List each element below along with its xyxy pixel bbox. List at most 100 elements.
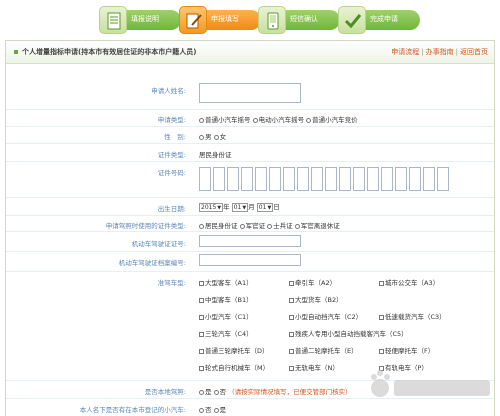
id-digit-box[interactable] xyxy=(269,167,281,191)
step-label: 完成申请 xyxy=(370,15,398,23)
license-id-type-option: 士兵证 xyxy=(273,222,293,230)
vehicle-type-text: 普通三轮摩托车（D） xyxy=(205,347,269,355)
step-tab: 填报说明 xyxy=(121,10,181,30)
license-id-type-radio[interactable] xyxy=(239,223,245,229)
vehicle-type-label: 准驾车型: xyxy=(157,279,186,287)
vehicle-type-checkbox[interactable] xyxy=(289,314,294,320)
divider xyxy=(6,197,494,198)
id-digit-box[interactable] xyxy=(325,167,337,191)
id-type-label: 证件类型: xyxy=(157,151,186,159)
id-digit-box[interactable] xyxy=(297,167,309,191)
vehicle-type-checkbox[interactable] xyxy=(199,331,204,337)
gender-label: 性 别: xyxy=(164,133,186,141)
id-digit-box[interactable] xyxy=(367,167,379,191)
vehicle-type-text: 大型货车（B2） xyxy=(295,296,343,304)
vehicle-type-checkbox[interactable] xyxy=(199,297,204,303)
vehicle-type-text: 无轨电车（N） xyxy=(295,364,339,372)
apply-type-radio[interactable] xyxy=(306,117,312,123)
license-id-type-option: 军官离退休证 xyxy=(300,222,340,230)
applicant-name-input[interactable] xyxy=(199,83,301,103)
divider xyxy=(6,271,494,272)
vehicle-type-checkbox[interactable] xyxy=(289,331,294,337)
id-digit-box[interactable] xyxy=(395,167,407,191)
apply-type-radio[interactable] xyxy=(252,117,258,123)
vehicle-type-text: 小型自动挡汽车（C2） xyxy=(295,313,363,321)
vehicle-type-checkbox[interactable] xyxy=(289,365,294,371)
id-digit-box[interactable] xyxy=(353,167,365,191)
vehicle-type-option: 轮式自行机械车（M） xyxy=(199,362,269,372)
car-owner-option: 是 xyxy=(219,406,227,414)
vehicle-type-checkbox[interactable] xyxy=(379,348,384,354)
step-label: 申报填写 xyxy=(211,15,239,23)
id-digit-box[interactable] xyxy=(227,167,239,191)
license-id-type-radio[interactable] xyxy=(294,223,300,229)
gender-group: 男 女 xyxy=(199,131,226,141)
vehicle-type-text: 小型汽车（C1） xyxy=(205,313,253,321)
vehicle-type-text: 残疾人专用小型自动挡载客汽车（C5） xyxy=(295,330,408,338)
vehicle-type-option: 大型客车（A1） xyxy=(199,277,253,287)
panel-header: 个人增量指标申请(持本市有效居住证的非本市户籍人员) 申请流程 | 办事指南 | 返回首… xyxy=(6,41,494,64)
step-label: 短信确认 xyxy=(290,15,318,23)
vehicle-type-checkbox[interactable] xyxy=(289,280,294,286)
id-digit-box[interactable] xyxy=(409,167,421,191)
id-digit-box[interactable] xyxy=(437,167,449,191)
vehicle-type-checkbox[interactable] xyxy=(199,280,204,286)
vehicle-type-checkbox[interactable] xyxy=(289,348,294,354)
vehicle-type-checkbox[interactable] xyxy=(199,365,204,371)
year-unit: 年 xyxy=(223,203,230,211)
local-license-note: （请按实际情况填写，已便交管部门核实） xyxy=(228,388,352,396)
vehicle-type-checkbox[interactable] xyxy=(379,280,384,286)
birth-year-value: 2015 xyxy=(201,203,217,211)
link-separator: | xyxy=(421,48,424,56)
vehicle-type-text: 三轮汽车（C4） xyxy=(205,330,253,338)
vehicle-type-option: 城市公交车（A3） xyxy=(379,277,439,287)
id-digit-box[interactable] xyxy=(199,167,211,191)
divider xyxy=(6,231,494,232)
license-number-input[interactable] xyxy=(199,235,301,247)
vehicle-type-text: 牵引车（A2） xyxy=(295,279,337,287)
link-process[interactable]: 申请流程 xyxy=(391,48,419,56)
license-id-type-group: 居民身份证 军官证 士兵证 军官离退休证 xyxy=(199,220,340,230)
vehicle-type-checkbox[interactable] xyxy=(379,314,384,320)
license-id-type-radio[interactable] xyxy=(267,223,273,229)
gender-male-radio[interactable] xyxy=(199,134,204,140)
license-id-type-label: 申请驾照时使用的证件类型: xyxy=(105,222,186,230)
application-panel: 个人增量指标申请(持本市有效居住证的非本市户籍人员) 申请流程 | 办事指南 | 返回首… xyxy=(5,40,495,416)
gender-option: 女 xyxy=(219,133,227,141)
document-icon xyxy=(99,6,127,34)
birth-month-select[interactable]: 01▼ xyxy=(231,202,249,212)
link-home[interactable]: 返回首页 xyxy=(460,48,488,56)
id-digit-box[interactable] xyxy=(283,167,295,191)
id-digit-box[interactable] xyxy=(339,167,351,191)
id-digit-box[interactable] xyxy=(381,167,393,191)
license-file-input[interactable] xyxy=(199,254,301,266)
local-license-label: 是否本地驾照: xyxy=(144,388,186,396)
car-owner-yes-radio[interactable] xyxy=(213,407,219,413)
local-license-group: 是 否 （请按实际情况填写，已便交管部门核实） xyxy=(199,386,352,396)
edit-icon xyxy=(179,6,207,34)
vehicle-type-option: 牵引车（A2） xyxy=(289,277,336,287)
vehicle-type-checkbox[interactable] xyxy=(289,297,294,303)
gender-female-radio[interactable] xyxy=(213,134,219,140)
license-id-type-radio[interactable] xyxy=(199,223,204,229)
header-links: 申请流程 | 办事指南 | 返回首页 xyxy=(391,47,488,57)
birth-day-select[interactable]: 01▼ xyxy=(256,202,274,212)
vehicle-type-checkbox[interactable] xyxy=(199,314,204,320)
link-guide[interactable]: 办事指南 xyxy=(426,48,454,56)
id-digit-box[interactable] xyxy=(213,167,225,191)
apply-type-radio[interactable] xyxy=(199,117,204,123)
birth-year-select[interactable]: 2015▼ xyxy=(199,202,224,212)
vehicle-type-checkbox[interactable] xyxy=(199,348,204,354)
vehicle-type-option: 中型客车（B1） xyxy=(199,294,253,304)
car-owner-no-radio[interactable] xyxy=(199,407,204,413)
id-digit-box[interactable] xyxy=(241,167,253,191)
id-digit-box[interactable] xyxy=(423,167,435,191)
local-license-yes-radio[interactable] xyxy=(199,389,204,395)
birth-date-label: 出生日期: xyxy=(157,205,186,213)
id-digit-box[interactable] xyxy=(311,167,323,191)
local-license-option: 是 xyxy=(205,388,212,396)
local-license-no-radio[interactable] xyxy=(213,389,219,395)
vehicle-type-text: 城市公交车（A3） xyxy=(385,279,440,287)
apply-type-option: 电动小汽车摇号 xyxy=(258,116,305,124)
id-digit-box[interactable] xyxy=(255,167,267,191)
